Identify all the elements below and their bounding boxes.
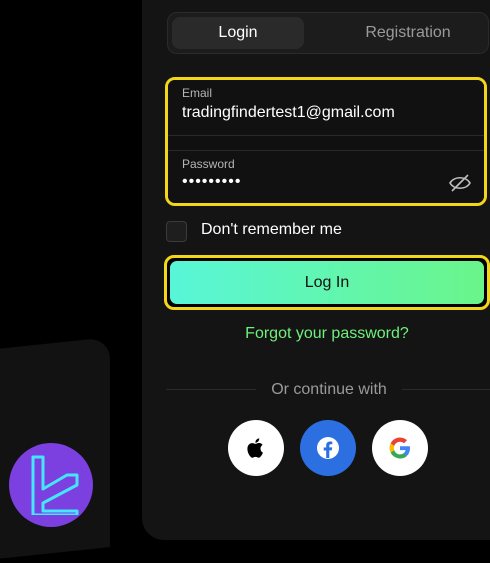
remember-checkbox[interactable]: [166, 221, 187, 242]
google-icon: [389, 437, 410, 459]
login-highlight: Log In: [164, 255, 490, 310]
facebook-icon: [317, 437, 339, 459]
email-input[interactable]: tradingfindertest1@gmail.com: [182, 104, 395, 122]
divider-right: [402, 389, 490, 390]
email-label: Email: [182, 86, 213, 100]
tab-registration[interactable]: Registration: [328, 17, 488, 49]
password-input[interactable]: •••••••••: [182, 173, 241, 191]
email-field[interactable]: Email tradingfindertest1@gmail.com: [168, 80, 484, 136]
password-label: Password: [182, 157, 235, 171]
eye-slash-icon[interactable]: [448, 173, 472, 193]
apple-icon: [247, 438, 263, 458]
remember-label: Don't remember me: [201, 221, 342, 238]
brand-logo: [9, 443, 93, 527]
login-button[interactable]: Log In: [170, 261, 484, 304]
google-login-button[interactable]: [372, 420, 428, 476]
auth-tabs: Login Registration: [167, 12, 489, 54]
password-field[interactable]: Password •••••••••: [168, 150, 484, 203]
facebook-login-button[interactable]: [300, 420, 356, 476]
forgot-password-link[interactable]: Forgot your password?: [166, 325, 488, 343]
divider-left: [166, 389, 256, 390]
continue-with-label: Or continue with: [271, 381, 387, 398]
apple-login-button[interactable]: [228, 420, 284, 476]
credentials-highlight: Email tradingfindertest1@gmail.com Passw…: [165, 77, 487, 206]
tab-login[interactable]: Login: [172, 17, 304, 49]
